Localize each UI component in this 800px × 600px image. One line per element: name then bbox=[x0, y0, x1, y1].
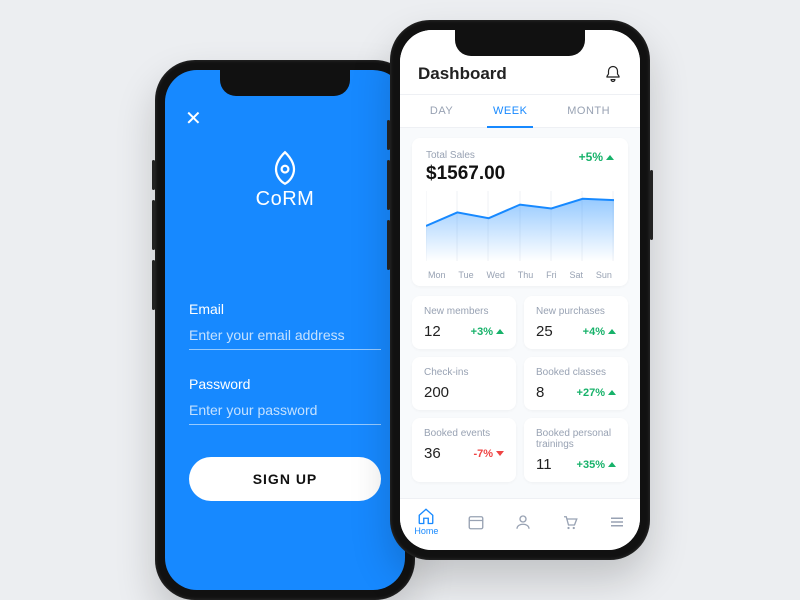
device-notch bbox=[455, 30, 585, 56]
password-label: Password bbox=[189, 376, 381, 392]
login-form: Email Password SIGN UP bbox=[189, 301, 381, 501]
tab-calendar[interactable] bbox=[467, 513, 485, 531]
day-label: Tue bbox=[458, 270, 473, 280]
sales-chart bbox=[426, 191, 614, 261]
triangle-up-icon bbox=[608, 462, 616, 467]
chart-delta: +5% bbox=[579, 150, 614, 164]
menu-icon bbox=[608, 513, 626, 531]
day-label: Sat bbox=[570, 270, 584, 280]
stat-value: 36 bbox=[424, 445, 441, 462]
chart-x-axis: Mon Tue Wed Thu Fri Sat Sun bbox=[426, 266, 614, 280]
stat-value: 25 bbox=[536, 323, 553, 340]
password-field[interactable] bbox=[189, 396, 381, 425]
day-label: Fri bbox=[546, 270, 557, 280]
user-icon bbox=[514, 513, 532, 531]
stat-title: Booked personal trainings bbox=[536, 428, 616, 450]
device-button bbox=[387, 120, 390, 150]
stat-value: 200 bbox=[424, 384, 449, 401]
triangle-up-icon bbox=[496, 329, 504, 334]
stat-card[interactable]: New members 12 +3% bbox=[412, 296, 516, 349]
device-button bbox=[152, 200, 155, 250]
bottom-tabbar: Home bbox=[400, 498, 640, 550]
device-button bbox=[387, 220, 390, 270]
close-icon[interactable]: ✕ bbox=[185, 106, 202, 131]
tab-week[interactable]: WEEK bbox=[487, 95, 533, 127]
brand-name: CoRM bbox=[256, 188, 315, 211]
phone-dashboard: Dashboard DAY WEEK MONTH Total Sales $15… bbox=[390, 20, 650, 560]
notifications-button[interactable] bbox=[604, 65, 622, 83]
total-sales-card: Total Sales $1567.00 +5% bbox=[412, 138, 628, 286]
chart-label: Total Sales bbox=[426, 150, 505, 161]
day-label: Sun bbox=[596, 270, 612, 280]
signup-button[interactable]: SIGN UP bbox=[189, 457, 381, 501]
stat-value: 11 bbox=[536, 456, 552, 473]
stat-title: Check-ins bbox=[424, 367, 504, 378]
login-screen: ✕ CoRM Email Password SIGN UP bbox=[165, 70, 405, 590]
email-label: Email bbox=[189, 301, 381, 317]
email-field[interactable] bbox=[189, 321, 381, 350]
stat-title: Booked classes bbox=[536, 367, 616, 378]
day-label: Thu bbox=[518, 270, 534, 280]
stat-card[interactable]: Booked events 36 -7% bbox=[412, 418, 516, 482]
tab-home-label: Home bbox=[414, 526, 438, 536]
stat-delta: +3% bbox=[471, 326, 504, 338]
device-button bbox=[152, 260, 155, 310]
tab-profile[interactable] bbox=[514, 513, 532, 531]
stat-card[interactable]: Booked classes 8 +27% bbox=[524, 357, 628, 410]
calendar-icon bbox=[467, 513, 485, 531]
stat-card[interactable]: Check-ins 200 bbox=[412, 357, 516, 410]
device-button bbox=[650, 170, 653, 240]
stat-delta: +35% bbox=[577, 459, 616, 471]
bell-icon bbox=[604, 65, 622, 83]
cart-icon bbox=[561, 513, 579, 531]
stat-delta: +4% bbox=[583, 326, 616, 338]
stat-title: New purchases bbox=[536, 306, 616, 317]
chart-value: $1567.00 bbox=[426, 163, 505, 185]
stats-grid: New members 12 +3% New purchases 25 +4% … bbox=[400, 296, 640, 488]
stat-delta: -7% bbox=[473, 448, 504, 460]
stat-delta: +27% bbox=[577, 387, 616, 399]
tab-home[interactable]: Home bbox=[414, 507, 438, 536]
email-field-wrap: Email bbox=[189, 301, 381, 350]
stat-title: Booked events bbox=[424, 428, 504, 439]
stat-value: 12 bbox=[424, 323, 441, 340]
device-button bbox=[152, 160, 155, 190]
day-label: Mon bbox=[428, 270, 446, 280]
phone-login: ✕ CoRM Email Password SIGN UP bbox=[155, 60, 415, 600]
stat-card[interactable]: Booked personal trainings 11 +35% bbox=[524, 418, 628, 482]
tab-day[interactable]: DAY bbox=[424, 95, 459, 127]
period-tabs: DAY WEEK MONTH bbox=[400, 95, 640, 128]
device-notch bbox=[220, 70, 350, 96]
page-title: Dashboard bbox=[418, 64, 507, 84]
logo-icon bbox=[271, 150, 299, 186]
tab-menu[interactable] bbox=[608, 513, 626, 531]
home-icon bbox=[417, 507, 435, 525]
tab-month[interactable]: MONTH bbox=[561, 95, 616, 127]
device-button bbox=[387, 160, 390, 210]
stat-value: 8 bbox=[536, 384, 544, 401]
stat-card[interactable]: New purchases 25 +4% bbox=[524, 296, 628, 349]
brand-logo: CoRM bbox=[189, 150, 381, 211]
triangle-down-icon bbox=[496, 451, 504, 456]
tab-cart[interactable] bbox=[561, 513, 579, 531]
stat-title: New members bbox=[424, 306, 504, 317]
triangle-up-icon bbox=[608, 390, 616, 395]
dashboard-screen: Dashboard DAY WEEK MONTH Total Sales $15… bbox=[400, 30, 640, 550]
triangle-up-icon bbox=[608, 329, 616, 334]
password-field-wrap: Password bbox=[189, 376, 381, 425]
chart-delta-value: +5% bbox=[579, 150, 603, 164]
triangle-up-icon bbox=[606, 155, 614, 160]
day-label: Wed bbox=[486, 270, 504, 280]
